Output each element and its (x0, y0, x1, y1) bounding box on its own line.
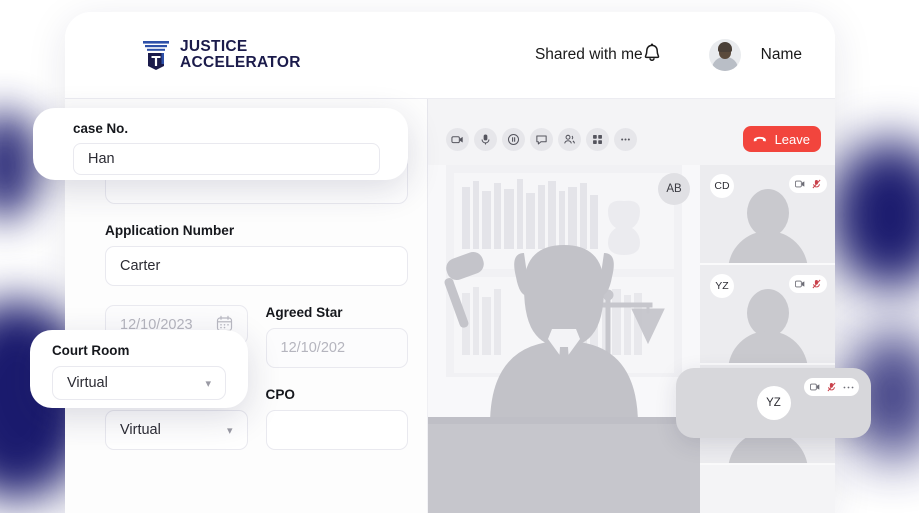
more-options-icon[interactable] (843, 382, 854, 393)
pinned-participant-initials: YZ (756, 386, 791, 420)
video-call-pane: Leave AB CD YZ (428, 99, 835, 513)
cpo-input[interactable] (265, 410, 408, 450)
bell-icon[interactable] (639, 40, 665, 71)
court-room-label: Court Room (52, 343, 130, 358)
leave-call-label: Leave (774, 131, 810, 147)
participant-initials: YZ (710, 274, 734, 298)
camera-icon[interactable] (446, 127, 469, 151)
camera-icon[interactable] (809, 382, 820, 393)
main-video-stream[interactable]: AB (428, 165, 700, 513)
participant-rail: CD YZ (700, 165, 835, 513)
case-number-card: case No. Han (33, 108, 408, 180)
agreed-start-field: Agreed Star 12/10/202 (265, 305, 408, 368)
user-name-label[interactable]: Name (761, 46, 802, 64)
justice-pillar-icon (141, 39, 171, 71)
chevron-down-icon: ▾ (226, 424, 233, 437)
logo-line-1: JUSTICE (180, 37, 248, 55)
chevron-down-icon: ▾ (205, 377, 211, 390)
courtroom-illustration (428, 165, 700, 513)
agreed-start-label: Agreed Star (265, 305, 343, 320)
court-room-bottom-select[interactable]: Virtual ▾ (105, 410, 248, 450)
leave-call-button[interactable]: Leave (742, 126, 821, 152)
logo-line-2: ACCELERATOR (180, 54, 301, 71)
participant-silhouette (727, 189, 808, 263)
header-actions: Shared with me Name (535, 39, 802, 71)
grid-view-icon[interactable] (586, 127, 609, 151)
video-call-toolbar: Leave (446, 117, 821, 161)
court-room-select[interactable]: Virtual ▾ (52, 366, 226, 400)
agreed-start-input[interactable]: 12/10/202 (265, 328, 408, 368)
avatar-hair (717, 42, 732, 52)
record-pause-icon[interactable] (502, 127, 525, 151)
screenshot-stage: JUSTICE ACCELERATOR Shared with me Name … (0, 0, 919, 513)
avatar-body (711, 57, 738, 71)
case-number-input[interactable]: Han (73, 143, 380, 175)
microphone-muted-icon[interactable] (811, 179, 822, 190)
court-room-card: Court Room Virtual ▾ (30, 330, 248, 408)
tile-controls (789, 175, 827, 193)
application-number-input[interactable]: Carter (105, 246, 408, 286)
logo-wordmark: JUSTICE ACCELERATOR (180, 37, 301, 71)
background-glow-right (830, 140, 919, 290)
participant-silhouette (727, 289, 808, 363)
shared-with-me-link[interactable]: Shared with me (535, 46, 643, 64)
participant-initials: CD (710, 174, 734, 198)
court-room-value: Virtual (67, 375, 108, 391)
hangup-phone-icon (752, 132, 768, 147)
pinned-tile-controls (804, 378, 859, 396)
chat-icon[interactable] (530, 127, 553, 151)
court-room-bottom-value: Virtual (120, 422, 161, 438)
app-header: JUSTICE ACCELERATOR Shared with me Name (65, 12, 835, 99)
tile-controls (789, 275, 827, 293)
application-number-label: Application Number (105, 223, 235, 238)
pinned-participant-card[interactable]: YZ (676, 368, 871, 438)
avatar[interactable] (708, 39, 741, 71)
main-speaker-badge: AB (658, 173, 690, 205)
participants-icon[interactable] (558, 127, 581, 151)
participant-tile[interactable]: CD (700, 165, 835, 265)
microphone-icon[interactable] (474, 127, 497, 151)
camera-icon[interactable] (794, 179, 805, 190)
more-options-icon[interactable] (614, 127, 637, 151)
application-number-field: Application Number Carter (105, 223, 408, 286)
case-number-label: case No. (73, 121, 129, 136)
microphone-muted-icon[interactable] (826, 382, 837, 393)
cpo-label: CPO (265, 387, 295, 402)
microphone-muted-icon[interactable] (811, 279, 822, 290)
camera-icon[interactable] (794, 279, 805, 290)
participant-tile[interactable]: YZ (700, 265, 835, 365)
cpo-field: CPO (265, 387, 408, 450)
app-logo[interactable]: JUSTICE ACCELERATOR (141, 37, 301, 71)
